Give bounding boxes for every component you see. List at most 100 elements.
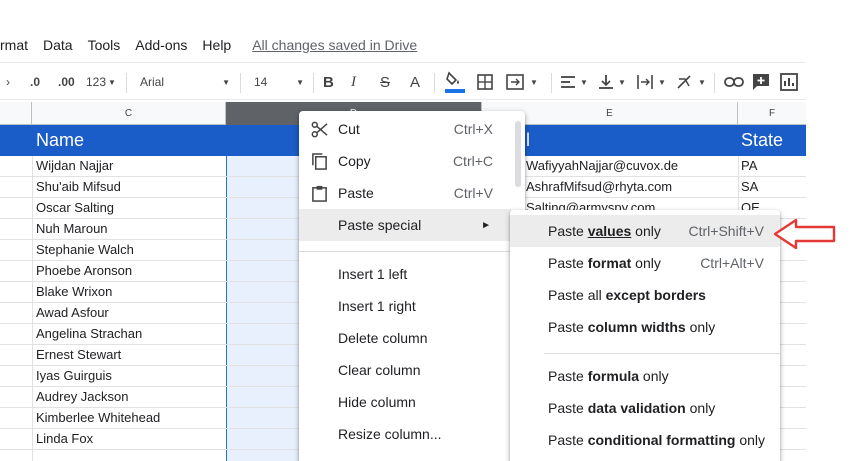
cell-state[interactable]: PA — [736, 156, 804, 176]
bold-button[interactable]: B — [323, 63, 334, 101]
fill-color-button[interactable] — [444, 63, 466, 101]
font-family-select[interactable]: Arial ▼ — [134, 63, 234, 101]
horizontal-align-button[interactable]: ▼ — [560, 63, 588, 101]
menu-item-label: Resize column... — [338, 426, 442, 442]
decrease-decimal-button[interactable]: .0 — [30, 63, 40, 101]
submenu-item-label: Paste all except borders — [548, 287, 706, 303]
toolbar-overflow-icon[interactable]: › — [6, 63, 10, 101]
merge-cells-button[interactable]: ▼ — [506, 63, 538, 101]
cell-name[interactable]: Oscar Salting — [31, 198, 225, 218]
submenu-item-formula-only[interactable]: Paste formula only — [510, 360, 780, 392]
menu-item-label: Copy — [338, 153, 371, 169]
menu-divider — [299, 251, 511, 252]
toolbar-divider — [240, 73, 241, 93]
align-left-icon — [561, 76, 575, 88]
chevron-down-icon: ▼ — [618, 77, 626, 87]
cell-name[interactable]: Ernest Stewart — [31, 345, 225, 365]
context-menu: Cut Ctrl+X Copy Ctrl+C Paste Ctrl+V Past… — [299, 111, 525, 461]
insert-chart-button[interactable] — [780, 63, 798, 101]
cell-name[interactable]: Awad Asfour — [31, 303, 225, 323]
menu-item-label: Cut — [338, 121, 360, 137]
cell-name[interactable]: Stephanie Walch — [31, 240, 225, 260]
context-menu-scrollbar[interactable] — [515, 121, 521, 187]
cell-name[interactable]: Wijdan Najjar — [31, 156, 225, 176]
menu-addons[interactable]: Add-ons — [135, 37, 187, 53]
align-bottom-icon — [599, 75, 613, 89]
menu-item-paste-special[interactable]: Paste special ► — [299, 209, 511, 241]
menu-item-shortcut: Ctrl+V — [453, 185, 493, 201]
text-rotation-icon — [677, 75, 691, 89]
header-cell-state[interactable]: State — [735, 125, 783, 156]
submenu-item-label: Paste values only — [548, 223, 661, 239]
menu-item-label: Hide column — [338, 394, 416, 410]
menu-item-hide-column[interactable]: Hide column — [299, 386, 511, 418]
menu-data[interactable]: Data — [43, 37, 73, 53]
menu-item-resize-column[interactable]: Resize column... — [299, 418, 511, 450]
submenu-item-conditional-formatting[interactable]: Paste conditional formatting only — [510, 424, 780, 456]
menu-item-insert-right[interactable]: Insert 1 right — [299, 290, 511, 322]
menu-item-shortcut: Ctrl+X — [453, 121, 493, 137]
cell-email[interactable]: WafiyyahNajjar@cuvox.de — [521, 156, 737, 176]
submenu-item-shortcut: Ctrl+Alt+V — [700, 255, 764, 271]
font-family-value: Arial — [140, 75, 165, 89]
menu-item-copy[interactable]: Copy Ctrl+C — [299, 145, 511, 177]
menu-item-paste[interactable]: Paste Ctrl+V — [299, 177, 511, 209]
increase-decimal-button[interactable]: .00 — [58, 63, 75, 101]
submenu-item-column-widths[interactable]: Paste column widths only — [510, 311, 780, 343]
toolbar-divider — [126, 73, 127, 93]
cell-name[interactable]: Shu'aib Mifsud — [31, 177, 225, 197]
cell-name[interactable]: Phoebe Aronson — [31, 261, 225, 281]
text-wrap-button[interactable]: ▼ — [636, 63, 666, 101]
font-size-select[interactable]: 14 ▼ — [248, 63, 306, 101]
menu-item-label: Delete column — [338, 330, 428, 346]
chevron-down-icon: ▼ — [530, 77, 538, 87]
submenu-item-data-validation[interactable]: Paste data validation only — [510, 392, 780, 424]
cell-name[interactable]: Audrey Jackson — [31, 387, 225, 407]
column-header-f[interactable]: F — [738, 102, 806, 125]
more-formats-label: 123 — [86, 75, 107, 89]
more-formats-button[interactable]: 123 ▼ — [86, 63, 116, 101]
borders-button[interactable] — [477, 63, 493, 101]
submenu-item-label: Paste column widths only — [548, 319, 716, 335]
submenu-item-label: Paste formula only — [548, 368, 669, 384]
vertical-align-button[interactable]: ▼ — [598, 63, 626, 101]
column-header-b[interactable] — [0, 102, 32, 125]
cell-name[interactable]: Nuh Maroun — [31, 219, 225, 239]
merge-cells-icon — [506, 74, 524, 90]
menu-format[interactable]: rmat — [0, 37, 28, 53]
submenu-item-format-only[interactable]: Paste format only Ctrl+Alt+V — [510, 247, 780, 279]
insert-link-button[interactable] — [724, 63, 744, 101]
menu-item-cut[interactable]: Cut Ctrl+X — [299, 113, 511, 145]
text-rotation-button[interactable]: ▼ — [676, 63, 706, 101]
cell-name[interactable]: Angelina Strachan — [31, 324, 225, 344]
column-header-c[interactable]: C — [32, 102, 226, 125]
chart-icon — [780, 73, 798, 91]
scissors-icon — [311, 121, 328, 138]
insert-comment-button[interactable] — [752, 63, 770, 101]
menu-tools[interactable]: Tools — [88, 37, 121, 53]
cell-name[interactable]: Iyas Guirguis — [31, 366, 225, 386]
menu-item-insert-left[interactable]: Insert 1 left — [299, 258, 511, 290]
chevron-down-icon: ▼ — [222, 77, 230, 87]
cell-name[interactable]: Blake Wrixon — [31, 282, 225, 302]
menu-item-label: Insert 1 right — [338, 298, 416, 314]
cell-name[interactable]: Linda Fox — [31, 429, 225, 449]
submenu-item-values-only[interactable]: Paste values only Ctrl+Shift+V — [510, 215, 780, 247]
menu-item-clear-column[interactable]: Clear column — [299, 354, 511, 386]
menu-item-delete-column[interactable]: Delete column — [299, 322, 511, 354]
menu-bar: rmat Data Tools Add-ons Help All changes… — [0, 34, 432, 56]
strikethrough-button[interactable]: S — [380, 63, 390, 101]
italic-button[interactable]: I — [351, 63, 356, 101]
borders-icon — [477, 74, 493, 90]
submenu-item-except-borders[interactable]: Paste all except borders — [510, 279, 780, 311]
submenu-item-label: Paste format only — [548, 255, 661, 271]
cell-state[interactable]: SA — [736, 177, 804, 197]
chevron-down-icon: ▼ — [580, 77, 588, 87]
toolbar-divider — [551, 73, 552, 93]
menu-help[interactable]: Help — [202, 37, 231, 53]
text-color-button[interactable]: A — [410, 63, 420, 101]
cell-email[interactable]: AshrafMifsud@rhyta.com — [521, 177, 737, 197]
cell-name[interactable]: Kimberlee Whitehead — [31, 408, 225, 428]
save-status-link[interactable]: All changes saved in Drive — [252, 37, 417, 53]
header-cell-name[interactable]: Name — [30, 125, 84, 156]
